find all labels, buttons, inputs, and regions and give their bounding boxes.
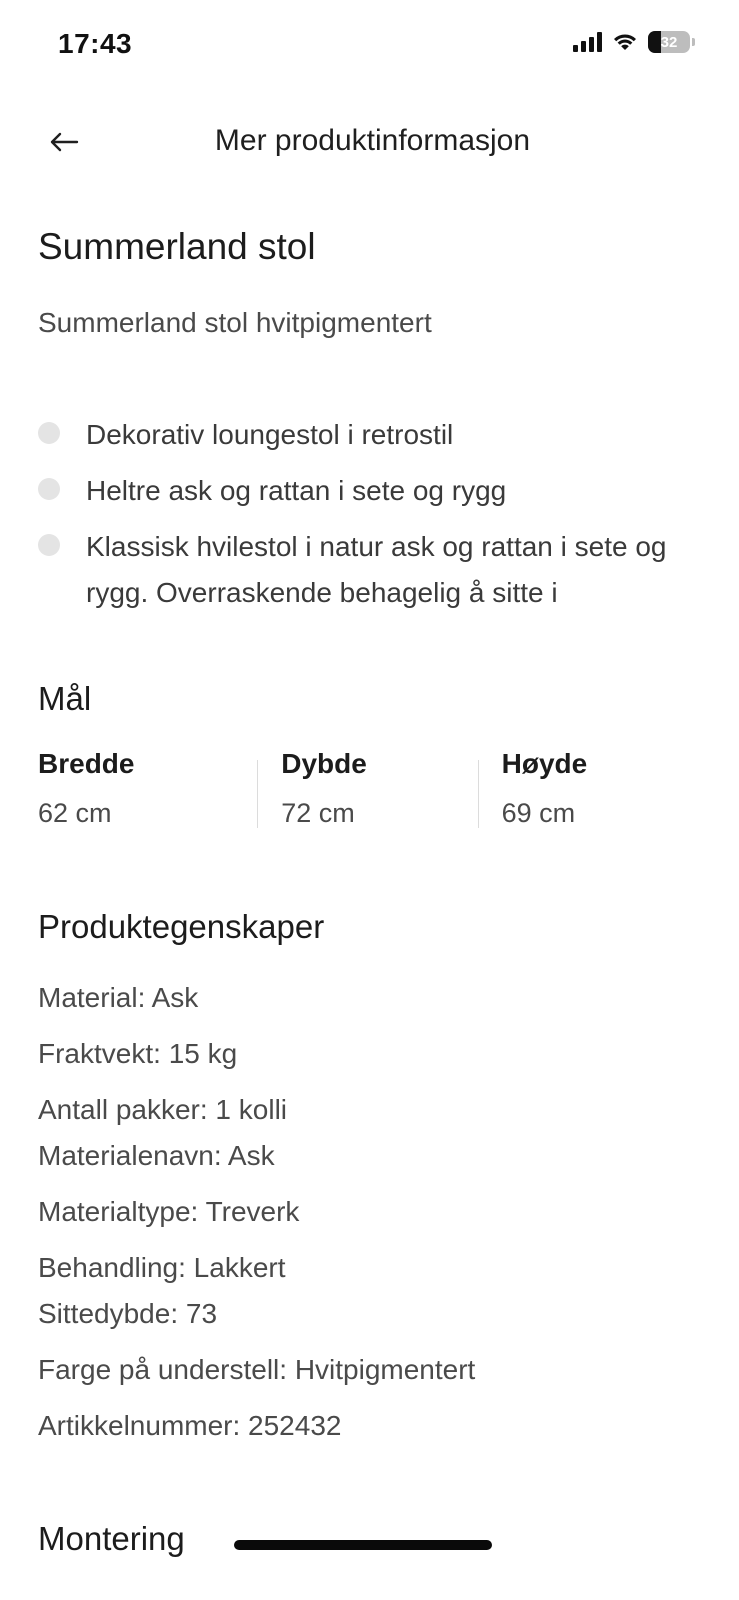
dimension-value: 62 cm [38, 798, 112, 828]
feature-text: Heltre ask og rattan i sete og rygg [86, 475, 507, 506]
product-subtitle: Summerland stol hvitpigmentert [38, 307, 432, 338]
property-item: Fraktvekt: 15 kg [38, 1038, 238, 1069]
dimension-value: 72 cm [281, 798, 355, 828]
property-item: Antall pakker: 1 kolli [38, 1094, 288, 1125]
battery-tip [692, 38, 695, 46]
property-item: Farge på understell: Hvitpigmentert [38, 1354, 476, 1385]
battery-icon: 32 [648, 31, 690, 53]
wifi-icon [614, 34, 636, 50]
property-item: Behandling: Lakkert [38, 1252, 286, 1283]
bullet-icon [38, 422, 60, 444]
dimension-depth: Dybde 72 cm [257, 748, 477, 829]
dimension-width: Bredde 62 cm [38, 748, 257, 829]
feature-item: Dekorativ loungestol i retrostil [38, 412, 678, 458]
dimension-label: Dybde [281, 748, 367, 779]
dimension-label: Bredde [38, 748, 135, 779]
status-time: 17:43 [58, 28, 133, 59]
property-item: Materialtype: Treverk [38, 1196, 300, 1227]
header-title: Mer produktinformasjon [214, 124, 531, 157]
dimension-value: 69 cm [501, 798, 576, 828]
assembly-title[interactable]: Montering [38, 1520, 185, 1558]
property-item: Artikkelnummer: 252432 [38, 1410, 342, 1441]
dimension-label: Høyde [501, 748, 588, 779]
bullet-icon [38, 478, 60, 500]
dimensions-row: Bredde 62 cm Dybde 72 cm Høyde 69 cm [38, 748, 698, 829]
battery-level: 32 [660, 33, 678, 51]
status-icons: 32 [573, 31, 695, 53]
feature-list: Dekorativ loungestol i retrostil Heltre … [38, 412, 678, 626]
properties-title: Produktegenskaper [38, 908, 325, 945]
feature-text: Klassisk hvilestol i natur ask og rattan… [86, 531, 667, 608]
dimension-height: Høyde 69 cm [477, 748, 698, 829]
bullet-icon [38, 534, 60, 556]
property-item: Materialenavn: Ask [38, 1140, 275, 1171]
dimensions-title: Mål [38, 680, 92, 717]
feature-item: Klassisk hvilestol i natur ask og rattan… [38, 524, 678, 616]
feature-item: Heltre ask og rattan i sete og rygg [38, 468, 678, 514]
product-title: Summerland stol [38, 226, 316, 267]
cellular-signal-icon [573, 32, 602, 52]
product-info-screen: 17:43 32 Mer produktinformasjon Summerla… [0, 0, 739, 1600]
home-indicator[interactable] [234, 1540, 492, 1550]
property-item: Sittedybde: 73 [38, 1298, 218, 1329]
property-item: Material: Ask [38, 982, 199, 1013]
feature-text: Dekorativ loungestol i retrostil [86, 419, 454, 450]
